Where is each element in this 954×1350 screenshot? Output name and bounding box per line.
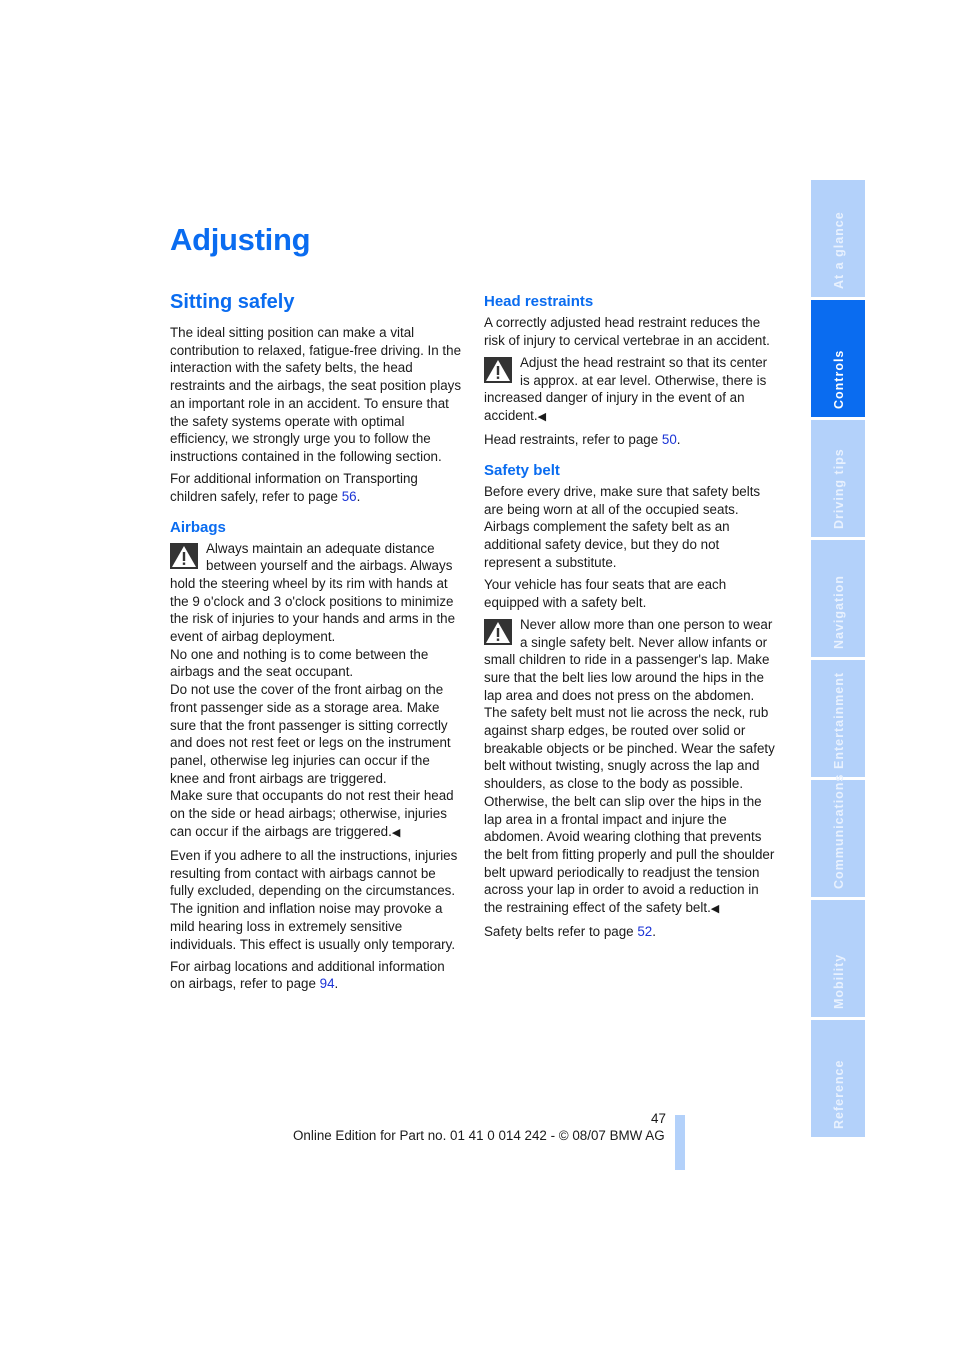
tab-communications[interactable]: Communications	[811, 774, 865, 897]
safety-belt-warning: Never allow more than one person to wear…	[484, 616, 776, 919]
warning-text: Adjust the head restraint so that its ce…	[484, 354, 776, 427]
warning-text-4-body: Make sure that occupants do not rest the…	[170, 788, 454, 839]
warning-text-2: No one and nothing is to come between th…	[170, 646, 429, 680]
warning-triangle-icon	[484, 618, 512, 645]
warning-text: Never allow more than one person to wear…	[484, 616, 776, 919]
page-link-56[interactable]: 56	[342, 489, 357, 504]
chapter-tabs: At a glance Controls Driving tips Naviga…	[811, 180, 865, 1140]
safety-belt-p2: Your vehicle has four seats that are eac…	[484, 576, 727, 610]
footer-accent-bar	[675, 1115, 685, 1170]
ref-suffix: .	[676, 432, 681, 448]
ref-text: Head restraints, refer to page	[484, 432, 662, 448]
tab-label: Navigation	[832, 575, 846, 649]
ref-suffix: .	[356, 488, 361, 504]
ref-suffix: .	[652, 924, 656, 940]
tab-label: Mobility	[832, 953, 846, 1009]
warning-triangle-icon	[484, 356, 512, 383]
warning-text-3: Do not use the cover of the front airbag…	[170, 682, 451, 786]
subheading-safety-belt: Safety belt	[484, 461, 560, 479]
tab-label: Driving tips	[832, 448, 846, 529]
airbag-warning: Always maintain an adequate distance bet…	[170, 540, 462, 843]
intro-paragraph: The ideal sitting position can make a vi…	[170, 325, 462, 464]
child-ref-paragraph: For additional information on Transporti…	[170, 470, 462, 505]
ref-text: For additional information on Transporti…	[170, 471, 418, 504]
airbag-note: Even if you adhere to all the instructio…	[170, 847, 458, 952]
airbag-ref-paragraph: For airbag locations and additional info…	[170, 958, 462, 993]
ref-suffix: .	[334, 976, 339, 992]
warning-body: Adjust the head restraint so that its ce…	[484, 354, 768, 424]
end-mark: ◀	[537, 411, 547, 424]
ref-text: For airbag locations and additional info…	[170, 958, 445, 992]
page-link-52[interactable]: 52	[637, 924, 652, 939]
left-column: Sitting safely The ideal sitting positio…	[170, 290, 462, 998]
head-restraint-warning: Adjust the head restraint so that its ce…	[484, 354, 776, 427]
end-mark: ◀	[391, 826, 401, 839]
tab-at-a-glance[interactable]: At a glance	[811, 180, 865, 297]
section-heading-sitting-safely: Sitting safely	[170, 291, 295, 313]
tab-label: Reference	[832, 1059, 846, 1129]
page-number: 47	[651, 1111, 666, 1126]
tab-driving-tips[interactable]: Driving tips	[811, 420, 865, 537]
tab-mobility[interactable]: Mobility	[811, 900, 865, 1017]
tab-navigation[interactable]: Navigation	[811, 540, 865, 657]
tab-label: Controls	[832, 349, 846, 409]
tab-label: Communications	[832, 773, 846, 889]
warning-text-4: Make sure that occupants do not rest the…	[170, 787, 462, 842]
page-link-94[interactable]: 94	[320, 976, 335, 991]
ref-text: Safety belts refer to page	[484, 924, 638, 940]
head-restraints-ref: Head restraints, refer to page 50.	[484, 431, 776, 449]
page-title: Adjusting	[170, 222, 311, 257]
tab-controls[interactable]: Controls	[811, 300, 865, 417]
safety-belt-p1: Before every drive, make sure that safet…	[484, 483, 761, 570]
subheading-head-restraints: Head restraints	[484, 293, 594, 310]
safety-belt-ref: Safety belts refer to page 52.	[484, 923, 776, 941]
warning-triangle-icon	[170, 542, 198, 569]
page-link-50[interactable]: 50	[662, 432, 677, 447]
right-column: Head restraints A correctly adjusted hea…	[484, 292, 776, 946]
subheading-airbags: Airbags	[170, 518, 226, 536]
tab-entertainment[interactable]: Entertainment	[811, 660, 865, 777]
footer-edition-text: Online Edition for Part no. 01 41 0 014 …	[293, 1128, 665, 1143]
warning-text-1: Always maintain an adequate distance bet…	[170, 540, 456, 645]
tab-label: Entertainment	[832, 671, 846, 769]
head-restraints-intro: A correctly adjusted head restraint redu…	[484, 315, 770, 348]
tab-reference[interactable]: Reference	[811, 1020, 865, 1137]
tab-label: At a glance	[832, 211, 846, 289]
end-mark: ◀	[710, 903, 720, 916]
warning-body: Never allow more than one person to wear…	[484, 616, 775, 916]
